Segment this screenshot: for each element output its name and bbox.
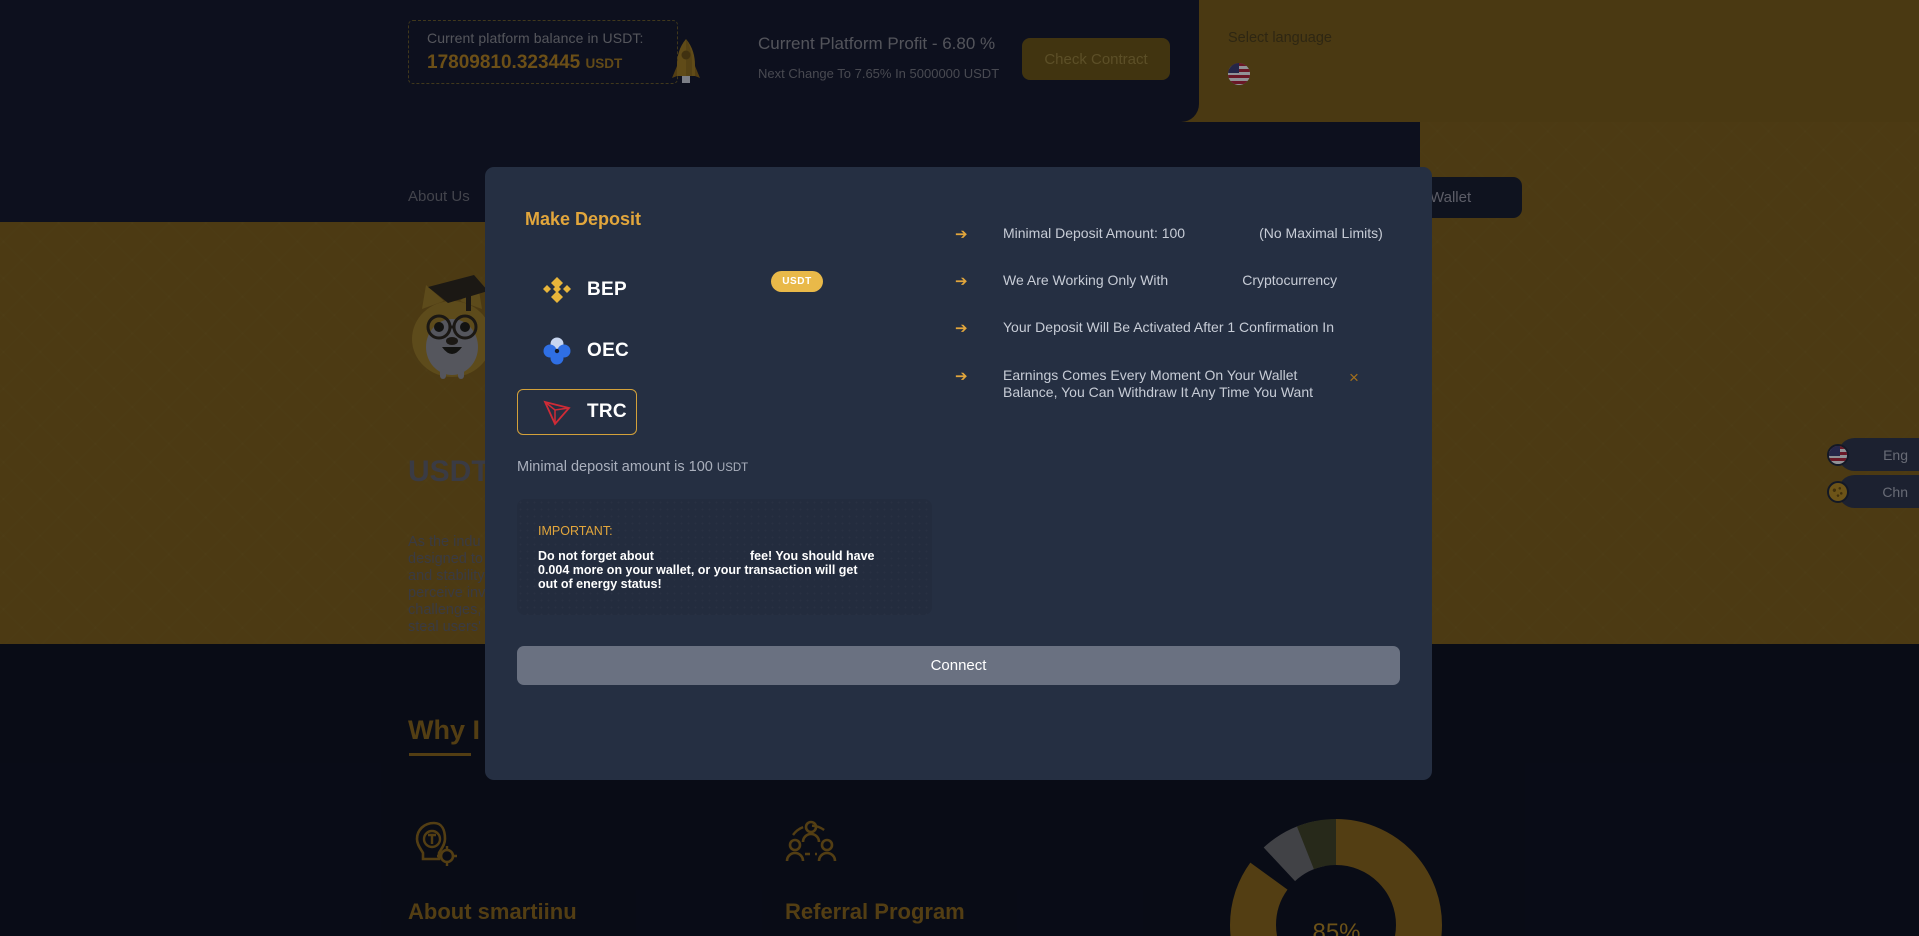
network-selector-list: BEP OEC TRC (517, 267, 887, 450)
arrow-right-icon: ➔ (955, 273, 968, 290)
arrow-right-icon: ➔ (955, 320, 968, 337)
okc-icon (543, 337, 571, 365)
tron-icon (543, 400, 571, 426)
important-notice-body: Do not forget about fee! You should have … (538, 549, 878, 591)
network-option-label: BEP (587, 279, 627, 300)
important-notice-box: IMPORTANT: Do not forget about fee! You s… (517, 499, 932, 615)
network-option-trc[interactable]: TRC (517, 389, 637, 435)
info-text-a: Minimal Deposit Amount: 100 (1003, 225, 1186, 241)
network-option-bep[interactable]: BEP (517, 267, 637, 313)
app-root: Current platform balance in USDT: 178098… (0, 0, 1919, 936)
info-text-b: (No Maximal Limits) (1259, 225, 1383, 241)
network-option-label: OEC (587, 340, 630, 361)
info-list-item: ➔ Your Deposit Will Be Activated After 1… (955, 319, 1395, 337)
important-line1-a: Do not forget about (538, 549, 654, 563)
network-option-label: TRC (587, 401, 627, 422)
info-list-item: ➔ Minimal Deposit Amount: 100 (No Maximal… (955, 225, 1395, 243)
deposit-info-list: ➔ Minimal Deposit Amount: 100 (No Maximal… (955, 225, 1395, 430)
connect-button[interactable]: Connect (517, 646, 1400, 685)
info-list-item: ➔ Earnings Comes Every Moment On Your Wa… (955, 367, 1395, 401)
info-text-a: Your Deposit Will Be Activated After 1 C… (1003, 319, 1334, 335)
binance-icon (543, 277, 571, 303)
info-text-a: Earnings Comes Every Moment On Your Wall… (1003, 367, 1313, 400)
info-list-item: ➔ We Are Working Only With Cryptocurrency (955, 272, 1395, 290)
modal-title: Make Deposit (525, 209, 642, 229)
usdt-chip-badge[interactable]: USDT (771, 271, 823, 292)
important-line2: more on your wallet, or your transaction… (538, 562, 858, 591)
arrow-right-icon: ➔ (955, 226, 968, 243)
network-option-oec[interactable]: OEC (517, 328, 637, 374)
important-notice-heading: IMPORTANT: (538, 524, 613, 538)
minimal-deposit-note-text: Minimal deposit amount is 100 (517, 459, 713, 475)
info-text-a: We Are Working Only With (1003, 272, 1169, 288)
important-line3: status! (620, 576, 662, 591)
minimal-deposit-note-unit: USDT (716, 462, 749, 474)
minimal-deposit-note: Minimal deposit amount is 100 USDT (517, 459, 748, 475)
info-text-b: Cryptocurrency (1242, 272, 1338, 288)
arrow-right-icon: ➔ (955, 368, 968, 385)
make-deposit-modal: Make Deposit × BEP OEC TRC USDT Minimal … (485, 167, 1432, 780)
